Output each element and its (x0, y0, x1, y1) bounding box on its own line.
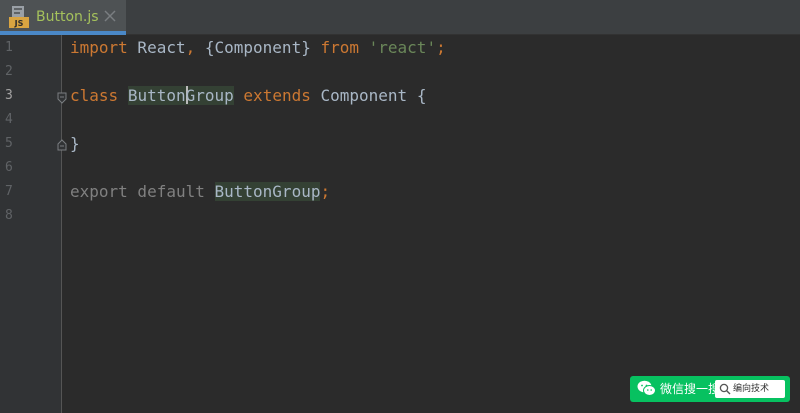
wechat-icon (637, 380, 656, 396)
tab-label: Button.js (36, 9, 99, 25)
wechat-search-watermark: 微信搜一搜 编向技术 (630, 376, 790, 402)
code-editor[interactable]: 1 2 3 4 5 6 7 8 import React, {Component… (0, 35, 800, 413)
keyword-from: from (320, 38, 359, 57)
code-line-3[interactable]: class ButtonGroup extends Component { (70, 84, 426, 108)
watermark-search-box: 编向技术 (715, 380, 785, 398)
fold-start-icon[interactable] (57, 92, 67, 104)
line-number: 8 (5, 208, 13, 223)
editor-tab-bar: JS Button.js (0, 0, 800, 35)
class-name-end: Group (185, 86, 234, 105)
fold-end-icon[interactable] (57, 139, 67, 151)
line-number: 1 (5, 40, 13, 55)
semicolon: ; (436, 38, 446, 57)
named-import: {Component} (195, 38, 321, 57)
close-icon[interactable] (103, 9, 117, 23)
keyword-class: class (70, 86, 119, 105)
identifier-usage: ButtonGroup (214, 182, 321, 201)
superclass: Component { (310, 86, 427, 105)
code-line-7[interactable]: export default ButtonGroup; (70, 180, 330, 204)
line-number: 7 (5, 184, 13, 199)
line-number: 6 (5, 160, 13, 175)
keyword-extends: extends (243, 86, 311, 105)
line-number: 2 (5, 64, 13, 79)
tab-button-js[interactable]: JS Button.js (0, 0, 126, 35)
code-line-5[interactable]: } (70, 132, 80, 156)
watermark-search-text: 编向技术 (733, 384, 770, 394)
line-number-gutter: 1 2 3 4 5 6 7 8 (0, 35, 62, 413)
export-default: export default (70, 182, 215, 201)
js-badge-text: JS (14, 19, 24, 28)
identifier-react: React (127, 38, 186, 57)
watermark-label: 微信搜一搜 (660, 382, 721, 396)
ide-window: JS Button.js 1 2 3 4 5 6 7 8 import Reac… (0, 0, 800, 413)
semicolon: ; (320, 182, 331, 201)
javascript-file-icon: JS (9, 6, 29, 28)
closing-brace: } (70, 134, 80, 153)
line-number-current: 3 (5, 88, 13, 103)
search-icon (719, 383, 731, 395)
class-name-declaration: ButtonGroup (127, 86, 234, 105)
module-string: 'react' (368, 38, 437, 57)
line-number: 4 (5, 112, 13, 127)
line-number: 5 (5, 136, 13, 151)
comma: , (185, 38, 196, 57)
code-line-1[interactable]: import React, {Component} from 'react'; (70, 36, 446, 60)
class-name-start: Button (127, 86, 186, 105)
keyword-import: import (70, 38, 128, 57)
